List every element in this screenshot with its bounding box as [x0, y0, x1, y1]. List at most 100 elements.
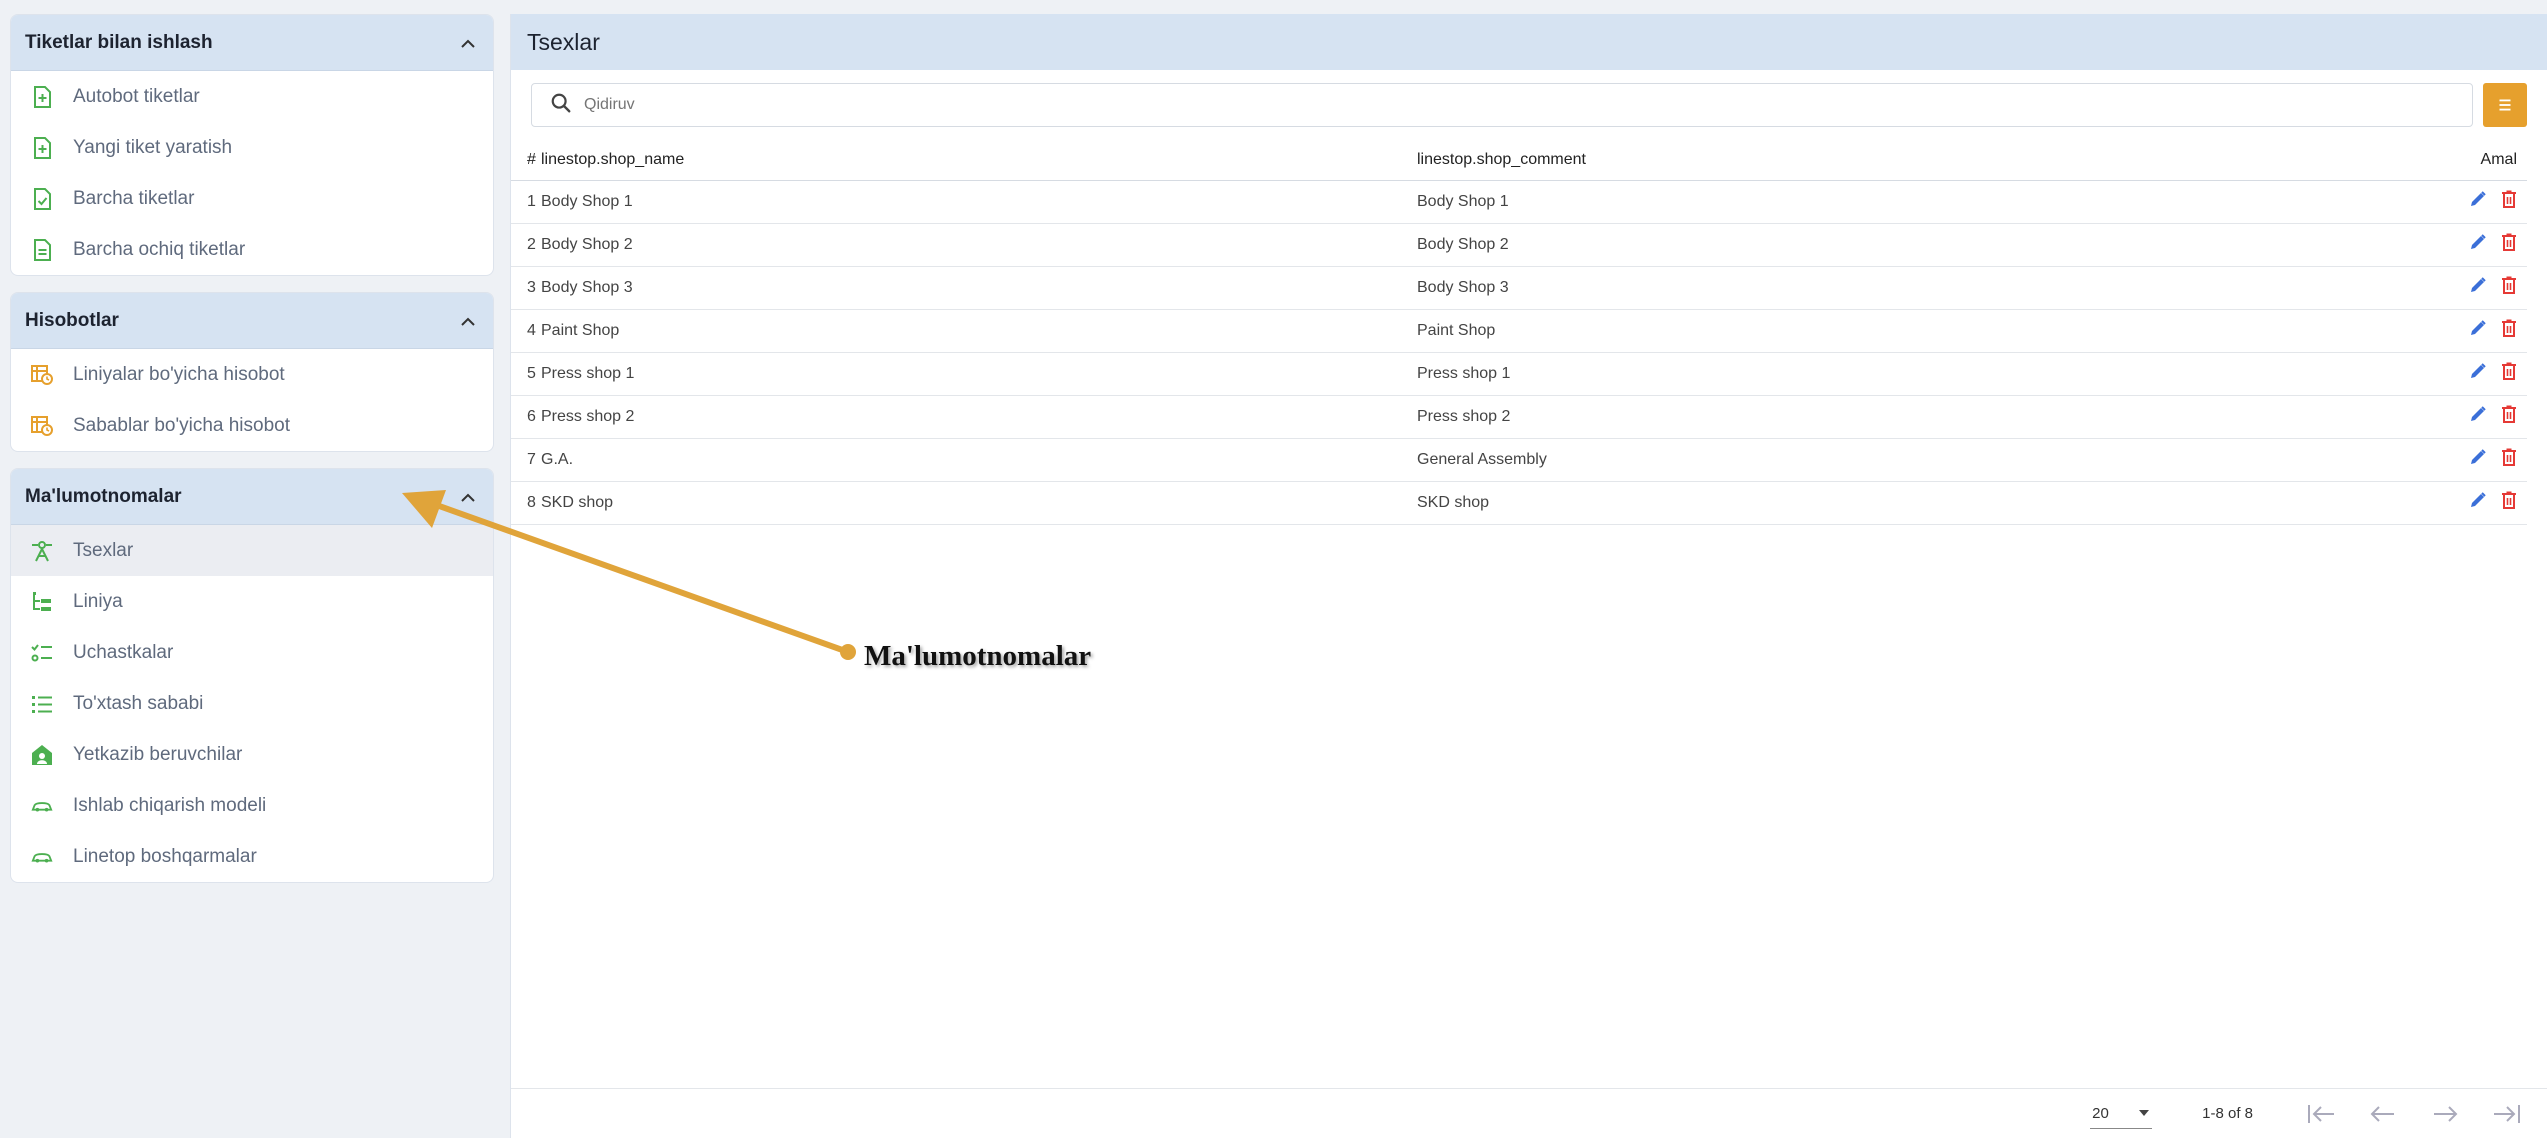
table-row[interactable]: 2 Body Shop 2 Body Shop 2	[511, 223, 2527, 267]
delete-icon[interactable]	[2501, 276, 2517, 299]
report-table-icon	[31, 364, 53, 386]
table-row[interactable]: 3 Body Shop 3 Body Shop 3	[511, 266, 2527, 310]
sidebar: Tiketlar bilan ishlash Autobot tiketlar Ya…	[10, 14, 494, 899]
row-actions	[2243, 223, 2527, 267]
row-shop-name: Body Shop 3	[541, 266, 1417, 310]
sidebar-item-label: To'xtash sababi	[73, 692, 204, 714]
row-shop-comment: General Assembly	[1417, 438, 2244, 482]
sidebar-group-header[interactable]: Hisobotlar	[11, 293, 493, 349]
table-row[interactable]: 7 G.A. General Assembly	[511, 438, 2527, 482]
delete-icon[interactable]	[2501, 405, 2517, 428]
row-actions	[2243, 481, 2527, 525]
table-row[interactable]: 5 Press shop 1 Press shop 1	[511, 352, 2527, 396]
next-page-icon[interactable]	[2425, 1103, 2465, 1125]
edit-icon[interactable]	[2469, 362, 2487, 385]
sidebar-item[interactable]: Autobot tiketlar	[11, 71, 493, 122]
sidebar-item[interactable]: Linetop boshqarmalar	[11, 831, 493, 882]
delete-icon[interactable]	[2501, 491, 2517, 514]
annotation-label: Ma'lumotnomalar	[864, 640, 1092, 672]
search-box[interactable]	[531, 83, 2473, 127]
row-shop-comment: SKD shop	[1417, 481, 2244, 525]
sidebar-item[interactable]: Yangi tiket yaratish	[11, 122, 493, 173]
shops-table: # linestop.shop_name linestop.shop_comme…	[511, 140, 2527, 525]
edit-icon[interactable]	[2469, 276, 2487, 299]
row-actions	[2243, 395, 2527, 439]
car-icon	[31, 846, 53, 868]
sidebar-group: Ma'lumotnomalar Tsexlar Liniya Uchastkalar T…	[10, 468, 494, 883]
sidebar-item-label: Tsexlar	[73, 539, 134, 561]
sidebar-item[interactable]: Tsexlar	[11, 525, 493, 576]
sidebar-item-label: Barcha tiketlar	[73, 187, 195, 209]
col-shop-name[interactable]: linestop.shop_name	[541, 140, 1417, 181]
list-icon	[31, 693, 53, 715]
table-row[interactable]: 6 Press shop 2 Press shop 2	[511, 395, 2527, 439]
file-check-icon	[31, 187, 53, 210]
list-check-icon	[31, 642, 53, 664]
search-icon	[550, 92, 572, 119]
sidebar-item[interactable]: Barcha tiketlar	[11, 173, 493, 224]
table-row[interactable]: 1 Body Shop 1 Body Shop 1	[511, 180, 2527, 224]
row-shop-comment: Press shop 1	[1417, 352, 2244, 396]
edit-icon[interactable]	[2469, 491, 2487, 514]
table-row[interactable]: 8 SKD shop SKD shop	[511, 481, 2527, 525]
delete-icon[interactable]	[2501, 319, 2517, 342]
sidebar-item[interactable]: Sabablar bo'yicha hisobot	[11, 400, 493, 451]
sidebar-item[interactable]: Liniyalar bo'yicha hisobot	[11, 349, 493, 400]
sidebar-group-title: Hisobotlar	[25, 309, 119, 331]
edit-icon[interactable]	[2469, 319, 2487, 342]
page-title: Tsexlar	[511, 14, 2547, 70]
toolbar	[511, 70, 2547, 140]
edit-icon[interactable]	[2469, 405, 2487, 428]
chevron-up-icon[interactable]	[457, 486, 479, 508]
chevron-up-icon[interactable]	[457, 32, 479, 54]
col-num: #	[511, 140, 541, 181]
row-shop-name: Body Shop 2	[541, 223, 1417, 267]
list-menu-icon	[2499, 99, 2511, 111]
sidebar-item[interactable]: Ishlab chiqarish modeli	[11, 780, 493, 831]
sidebar-group: Hisobotlar Liniyalar bo'yicha hisobot Saba…	[10, 292, 494, 452]
edit-icon[interactable]	[2469, 448, 2487, 471]
prev-page-icon[interactable]	[2363, 1103, 2403, 1125]
edit-icon[interactable]	[2469, 233, 2487, 256]
row-shop-name: SKD shop	[541, 481, 1417, 525]
sidebar-item-label: Barcha ochiq tiketlar	[73, 238, 246, 260]
sidebar-group-header[interactable]: Ma'lumotnomalar	[11, 469, 493, 525]
sidebar-item-label: Liniyalar bo'yicha hisobot	[73, 363, 285, 385]
car-icon	[31, 795, 53, 817]
delete-icon[interactable]	[2501, 190, 2517, 213]
row-num: 4	[511, 309, 541, 353]
sidebar-item[interactable]: Liniya	[11, 576, 493, 627]
first-page-icon[interactable]	[2301, 1103, 2341, 1125]
edit-icon[interactable]	[2469, 190, 2487, 213]
page-size-value: 20	[2092, 1104, 2109, 1122]
delete-icon[interactable]	[2501, 233, 2517, 256]
last-page-icon[interactable]	[2487, 1103, 2527, 1125]
sidebar-group-title: Ma'lumotnomalar	[25, 485, 182, 507]
hierarchy-icon	[31, 591, 53, 613]
sidebar-item[interactable]: To'xtash sababi	[11, 678, 493, 729]
search-input[interactable]	[584, 96, 1184, 114]
row-num: 7	[511, 438, 541, 482]
row-num: 6	[511, 395, 541, 439]
sidebar-item[interactable]: Barcha ochiq tiketlar	[11, 224, 493, 275]
delete-icon[interactable]	[2501, 448, 2517, 471]
row-num: 8	[511, 481, 541, 525]
supplier-icon	[31, 744, 53, 766]
sidebar-item[interactable]: Yetkazib beruvchilar	[11, 729, 493, 780]
menu-button[interactable]	[2483, 83, 2527, 127]
row-shop-name: G.A.	[541, 438, 1417, 482]
row-num: 2	[511, 223, 541, 267]
sidebar-item-label: Autobot tiketlar	[73, 85, 200, 107]
sidebar-item[interactable]: Uchastkalar	[11, 627, 493, 678]
pagination: 20 1-8 of 8	[511, 1088, 2547, 1138]
sidebar-item-label: Yangi tiket yaratish	[73, 136, 233, 158]
chevron-up-icon[interactable]	[457, 310, 479, 332]
sidebar-group-header[interactable]: Tiketlar bilan ishlash	[11, 15, 493, 71]
delete-icon[interactable]	[2501, 362, 2517, 385]
col-shop-comment[interactable]: linestop.shop_comment	[1417, 140, 2244, 181]
sidebar-item-label: Liniya	[73, 590, 123, 612]
table-row[interactable]: 4 Paint Shop Paint Shop	[511, 309, 2527, 353]
col-action: Amal	[2243, 140, 2527, 181]
row-num: 1	[511, 180, 541, 224]
page-size-select[interactable]: 20	[2090, 1099, 2153, 1129]
